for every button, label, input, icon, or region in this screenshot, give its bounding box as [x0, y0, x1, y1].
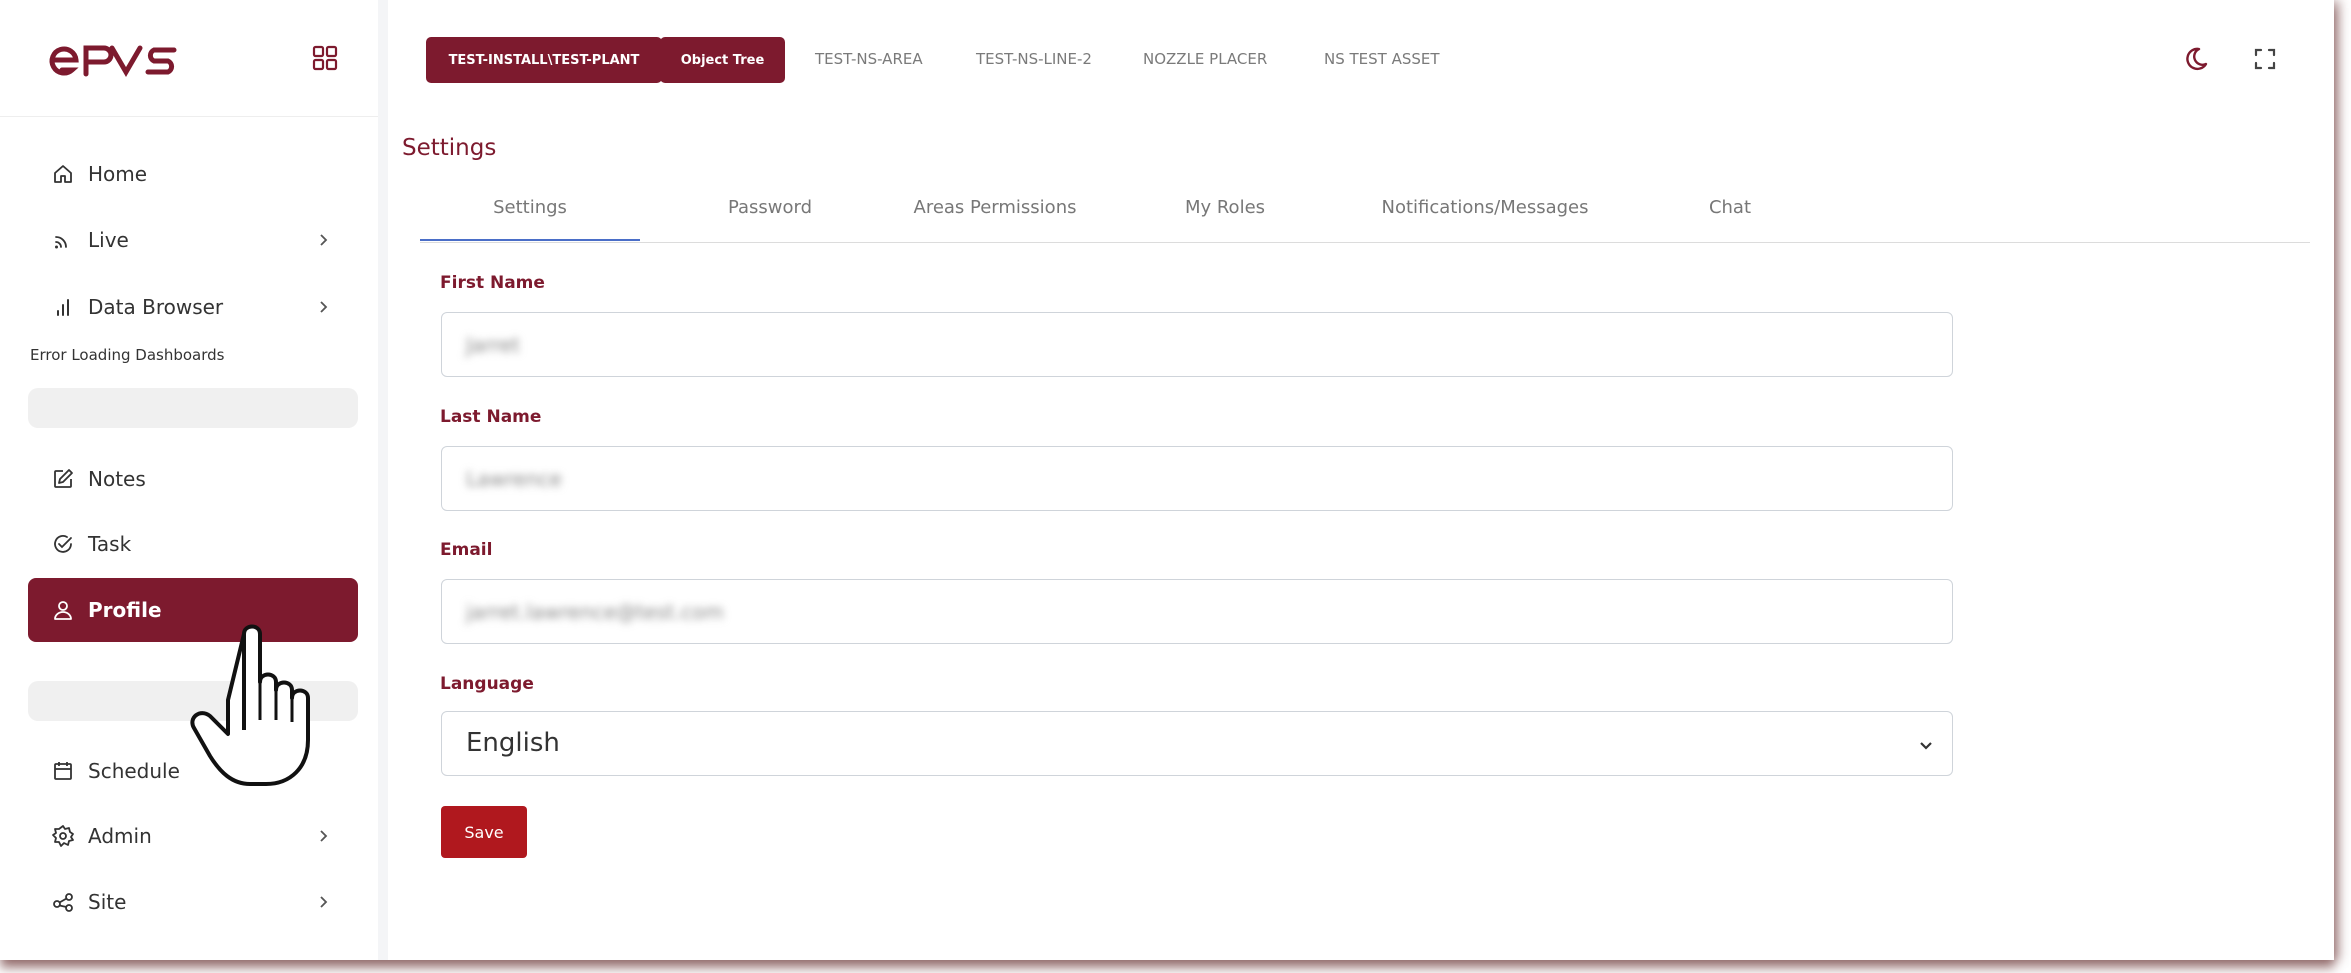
- brand-row: [0, 0, 378, 117]
- save-button[interactable]: Save: [441, 806, 527, 858]
- language-label: Language: [440, 674, 534, 694]
- breadcrumb-area-link[interactable]: TEST-NS-AREA: [815, 50, 923, 68]
- fullscreen-icon[interactable]: [2250, 44, 2280, 74]
- bar-chart-icon: [50, 294, 76, 320]
- email-field[interactable]: jarret.lawrence@test.com: [441, 579, 1953, 644]
- breadcrumb-nozzle-placer-link[interactable]: NOZZLE PLACER: [1143, 50, 1267, 68]
- chevron-right-icon: [320, 234, 328, 246]
- chevron-right-icon: [320, 830, 328, 842]
- sidebar-item-label: Admin: [88, 824, 152, 848]
- main-content: Settings Settings Password Areas Permiss…: [388, 117, 2334, 960]
- last-name-label: Last Name: [440, 407, 542, 427]
- home-icon: [50, 161, 76, 187]
- breadcrumb-asset-link[interactable]: NS TEST ASSET: [1324, 50, 1440, 68]
- sidebar-item-label: Home: [88, 162, 148, 186]
- tab-notifications-messages[interactable]: Notifications/Messages: [1340, 197, 1630, 218]
- sidebar-item-home[interactable]: Home: [28, 142, 358, 206]
- edit-icon: [50, 466, 76, 492]
- tab-my-roles[interactable]: My Roles: [1140, 197, 1310, 218]
- app-window: Home Live Data Browser Error Loading Das…: [0, 0, 2334, 960]
- chevron-right-icon: [320, 896, 328, 908]
- sidebar: Home Live Data Browser Error Loading Das…: [0, 0, 378, 960]
- first-name-label: First Name: [440, 273, 545, 293]
- first-name-field[interactable]: Jarret: [441, 312, 1953, 377]
- sidebar-item-live[interactable]: Live: [28, 208, 358, 272]
- last-name-field[interactable]: Lawrence: [441, 446, 1953, 511]
- language-select[interactable]: English: [441, 711, 1953, 776]
- sidebar-item-label: Task: [88, 532, 132, 556]
- sidebar-item-data-browser[interactable]: Data Browser: [28, 275, 358, 339]
- settings-tabs: Settings Password Areas Permissions My R…: [420, 173, 2310, 243]
- sidebar-item-label: Schedule: [88, 759, 180, 783]
- sidebar-item-label: Data Browser: [88, 295, 224, 319]
- first-name-value: Jarret: [466, 333, 520, 357]
- sidebar-item-label: Live: [88, 228, 129, 252]
- apps-grid-icon[interactable]: [311, 44, 339, 72]
- sidebar-item-label: Profile: [88, 598, 162, 622]
- share-icon: [50, 889, 76, 915]
- hand-pointer-cursor-icon: [190, 624, 310, 786]
- page-title: Settings: [402, 135, 497, 161]
- tab-chat[interactable]: Chat: [1650, 197, 1810, 218]
- sidebar-item-notes[interactable]: Notes: [28, 447, 358, 511]
- check-circle-icon: [50, 531, 76, 557]
- sidebar-item-site[interactable]: Site: [28, 870, 358, 934]
- calendar-icon: [50, 758, 76, 784]
- tab-settings[interactable]: Settings: [420, 197, 640, 218]
- email-value: jarret.lawrence@test.com: [466, 600, 724, 624]
- dark-mode-moon-icon[interactable]: [2181, 44, 2211, 74]
- tab-areas-permissions[interactable]: Areas Permissions: [880, 197, 1110, 218]
- last-name-value: Lawrence: [466, 467, 562, 491]
- dashboards-error-text: Error Loading Dashboards: [30, 346, 225, 364]
- breadcrumb-line-link[interactable]: TEST-NS-LINE-2: [976, 50, 1092, 68]
- active-tab-indicator: [420, 239, 640, 241]
- language-selected-value: English: [466, 728, 560, 758]
- sidebar-item-label: Notes: [88, 467, 146, 491]
- breadcrumb-plant-button[interactable]: TEST-INSTALL\TEST-PLANT: [426, 37, 662, 83]
- breadcrumb-object-tree-button[interactable]: Object Tree: [660, 37, 785, 83]
- sidebar-item-task[interactable]: Task: [28, 512, 358, 576]
- chevron-right-icon: [320, 301, 328, 313]
- gear-icon: [50, 823, 76, 849]
- tab-password[interactable]: Password: [690, 197, 850, 218]
- epvs-logo: [49, 45, 177, 77]
- live-icon: [50, 227, 76, 253]
- sidebar-item-admin[interactable]: Admin: [28, 804, 358, 868]
- sidebar-item-label: Site: [88, 890, 127, 914]
- loading-placeholder: [28, 388, 358, 428]
- email-label: Email: [440, 540, 493, 560]
- user-icon: [50, 597, 76, 623]
- top-bar: TEST-INSTALL\TEST-PLANT Object Tree TEST…: [388, 0, 2334, 117]
- chevron-down-icon: [1920, 742, 1932, 750]
